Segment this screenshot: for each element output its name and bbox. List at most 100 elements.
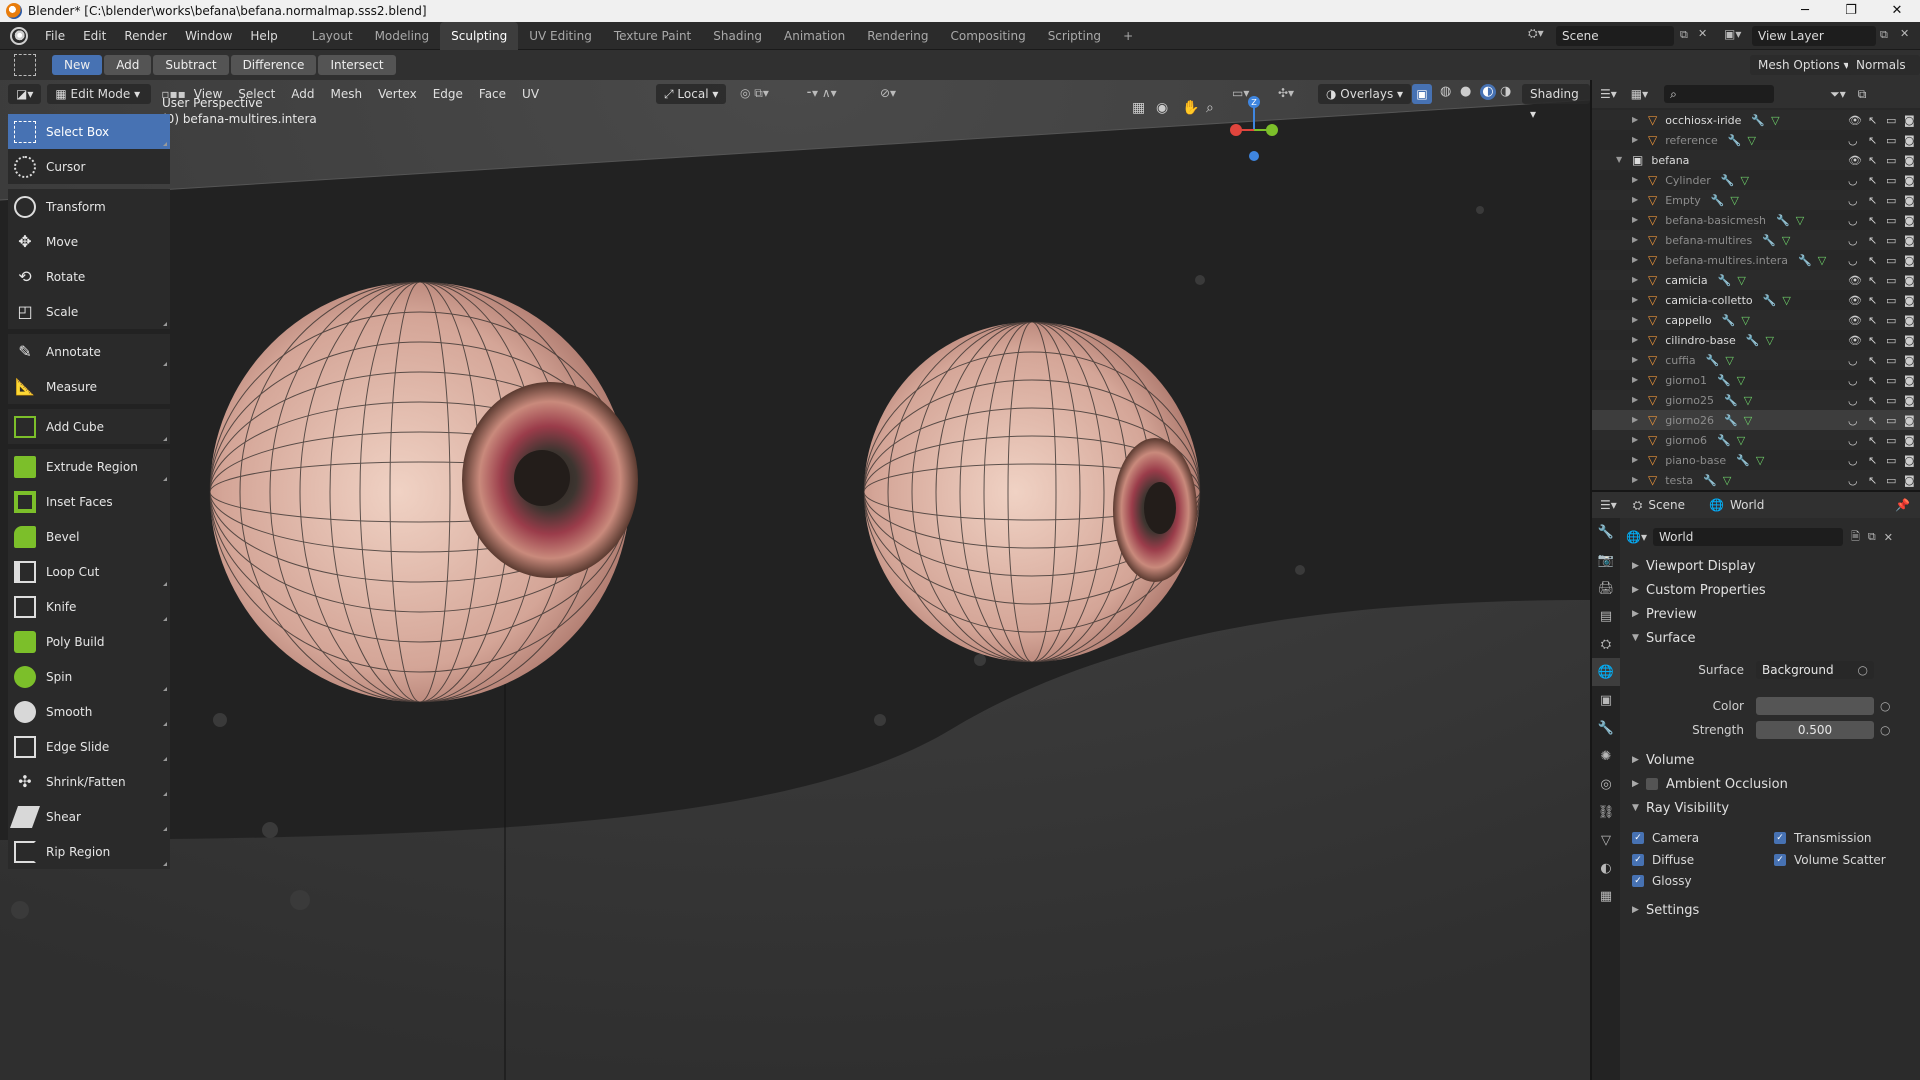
panel-custom-properties[interactable]: ▶ Custom Properties <box>1626 578 1916 602</box>
tool-move[interactable]: ✥ Move <box>8 224 170 259</box>
menu-add[interactable]: Add <box>283 87 322 101</box>
render-camera-icon[interactable]: ◙ <box>1904 234 1915 247</box>
viewport-monitor-icon[interactable]: ▭ <box>1886 194 1896 207</box>
expand-arrow-icon[interactable]: ▶ <box>1632 215 1642 225</box>
selectable-arrow-icon[interactable]: ↖ <box>1868 254 1877 267</box>
expand-arrow-icon[interactable]: ▶ <box>1632 475 1642 485</box>
selectable-arrow-icon[interactable]: ↖ <box>1868 434 1877 447</box>
selectable-arrow-icon[interactable]: ↖ <box>1868 414 1877 427</box>
tab-compositing[interactable]: Compositing <box>939 22 1036 50</box>
outliner-item[interactable]: ▶ ▽ cappello 🔧 ▽ 👁 ↖ ▭ ◙ <box>1592 310 1920 330</box>
scene-selector-icon[interactable]: ⛭▾ <box>1528 26 1544 41</box>
outliner-item[interactable]: ▶ ▽ giorno25 🔧 ▽ ◡ ↖ ▭ ◙ <box>1592 390 1920 410</box>
outliner-item[interactable]: ▶ ▽ cilindro-base 🔧 ▽ 👁 ↖ ▭ ◙ <box>1592 330 1920 350</box>
data-tab-icon[interactable]: ▽ <box>1592 826 1620 854</box>
mode-intersect-button[interactable]: Intersect <box>318 55 396 75</box>
outliner-item[interactable]: ▶ ▽ piano-base 🔧 ▽ ◡ ↖ ▭ ◙ <box>1592 450 1920 470</box>
selectable-arrow-icon[interactable]: ↖ <box>1868 114 1877 127</box>
tool-cursor[interactable]: Cursor <box>8 149 170 184</box>
render-camera-icon[interactable]: ◙ <box>1904 214 1915 227</box>
strength-link-icon[interactable]: ○ <box>1880 723 1890 737</box>
expand-arrow-icon[interactable]: ▶ <box>1632 235 1642 245</box>
diffuse-checkbox[interactable]: ✓ Diffuse <box>1626 853 1774 867</box>
add-workspace-icon[interactable]: + <box>1112 22 1144 50</box>
physics-tab-icon[interactable]: ◎ <box>1592 770 1620 798</box>
selectable-arrow-icon[interactable]: ↖ <box>1868 294 1877 307</box>
mesh-data-icon[interactable]: ▽ <box>1782 234 1790 247</box>
view-object-types-icon[interactable]: ▭▾ <box>1232 86 1249 100</box>
select-mode-icons[interactable]: ▫▪▪ <box>161 87 185 101</box>
tab-layout[interactable]: Layout <box>301 22 364 50</box>
modifier-icon[interactable]: 🔧 <box>1736 454 1750 467</box>
modifier-icon[interactable]: 🔧 <box>1724 414 1738 427</box>
mode-difference-button[interactable]: Difference <box>230 55 317 75</box>
render-camera-icon[interactable]: ◙ <box>1904 394 1915 407</box>
viewport-monitor-icon[interactable]: ▭ <box>1886 234 1896 247</box>
outliner-item[interactable]: ▶ ▽ cuffia 🔧 ▽ ◡ ↖ ▭ ◙ <box>1592 350 1920 370</box>
modifier-icon[interactable]: 🔧 <box>1722 314 1736 327</box>
tool-scale[interactable]: ◰ Scale <box>8 294 170 329</box>
visibility-eye-icon[interactable]: ◡ <box>1848 394 1858 407</box>
editor-type-icon[interactable]: ◪▾ <box>8 84 42 104</box>
visibility-eye-icon[interactable]: 👁 <box>1848 274 1862 287</box>
constraints-tab-icon[interactable]: ⛓ <box>1592 798 1620 826</box>
menu-vertex[interactable]: Vertex <box>370 87 425 101</box>
viewport-monitor-icon[interactable]: ▭ <box>1886 254 1896 267</box>
display-mode-icon[interactable]: ▦▾ <box>1631 87 1648 101</box>
mesh-data-icon[interactable]: ▽ <box>1723 474 1731 487</box>
selectable-arrow-icon[interactable]: ↖ <box>1868 474 1877 487</box>
render-camera-icon[interactable]: ◙ <box>1904 114 1915 127</box>
transmission-checkbox[interactable]: ✓ Transmission <box>1774 831 1872 845</box>
solid-shading-icon[interactable]: ● <box>1460 84 1471 99</box>
properties-editor-type-icon[interactable]: ☰▾ <box>1600 498 1617 512</box>
viewport-monitor-icon[interactable]: ▭ <box>1886 154 1896 167</box>
expand-arrow-icon[interactable]: ▶ <box>1632 195 1642 205</box>
tool-inset-faces[interactable]: Inset Faces <box>8 484 170 519</box>
mode-add-button[interactable]: Add <box>104 55 152 75</box>
expand-arrow-icon[interactable]: ▶ <box>1632 375 1642 385</box>
view-layer-remove-icon[interactable]: ✕ <box>1900 27 1909 40</box>
modifier-icon[interactable]: 🔧 <box>1798 254 1812 267</box>
outliner-item[interactable]: ▶ ▽ befana-multires 🔧 ▽ ◡ ↖ ▭ ◙ <box>1592 230 1920 250</box>
tool-poly-build[interactable]: Poly Build <box>8 624 170 659</box>
fake-user-icon[interactable]: 🗎 <box>1851 528 1860 547</box>
filter-icon[interactable]: ⏷▾ <box>1830 87 1846 102</box>
mesh-data-icon[interactable]: ▽ <box>1744 394 1752 407</box>
volume-scatter-checkbox[interactable]: ✓ Volume Scatter <box>1774 853 1886 867</box>
menu-mesh[interactable]: Mesh <box>323 87 371 101</box>
outliner-item[interactable]: ▶ ▽ camicia-colletto 🔧 ▽ 👁 ↖ ▭ ◙ <box>1592 290 1920 310</box>
wireframe-shading-icon[interactable]: ◍ <box>1440 84 1451 99</box>
modifier-icon[interactable]: 🔧 <box>1763 294 1777 307</box>
modifier-tab-icon[interactable]: 🔧 <box>1592 714 1620 742</box>
tab-modeling[interactable]: Modeling <box>364 22 441 50</box>
mesh-data-icon[interactable]: ▽ <box>1756 454 1764 467</box>
camera-checkbox[interactable]: ✓ Camera <box>1626 831 1774 845</box>
mode-subtract-button[interactable]: Subtract <box>153 55 229 75</box>
xray-toggle-icon[interactable]: ▣ <box>1412 84 1432 104</box>
expand-arrow-icon[interactable]: ▶ <box>1632 395 1642 405</box>
new-collection-icon[interactable]: ⧉ <box>1858 87 1867 102</box>
surface-shader-dropdown[interactable]: Background ○ <box>1756 661 1874 679</box>
expand-arrow-icon[interactable]: ▶ <box>1632 135 1642 145</box>
duplicate-icon[interactable]: ⧉ <box>1868 530 1876 544</box>
expand-arrow-icon[interactable]: ▶ <box>1632 415 1642 425</box>
panel-ray-visibility[interactable]: ▼ Ray Visibility <box>1626 796 1916 820</box>
visibility-eye-icon[interactable]: ◡ <box>1848 374 1858 387</box>
mesh-data-icon[interactable]: ▽ <box>1744 414 1752 427</box>
viewport-monitor-icon[interactable]: ▭ <box>1886 354 1896 367</box>
pin-icon[interactable]: 📌 <box>1895 498 1910 512</box>
select-box-tool-icon[interactable] <box>14 54 36 76</box>
world-datablock-icon[interactable]: 🌐▾ <box>1626 530 1647 544</box>
tool-extrude-region[interactable]: Extrude Region <box>8 449 170 484</box>
tool-annotate[interactable]: ✎ Annotate <box>8 334 170 369</box>
visibility-eye-icon[interactable]: ◡ <box>1848 134 1858 147</box>
viewport-monitor-icon[interactable]: ▭ <box>1886 174 1896 187</box>
tool-spin[interactable]: Spin <box>8 659 170 694</box>
visibility-eye-icon[interactable]: 👁 <box>1848 334 1862 347</box>
overlays-dropdown[interactable]: ◑ Overlays ▾ <box>1318 84 1412 104</box>
tab-sculpting[interactable]: Sculpting <box>440 21 519 50</box>
selectable-arrow-icon[interactable]: ↖ <box>1868 274 1877 287</box>
outliner-item[interactable]: ▶ ▽ Empty 🔧 ▽ ◡ ↖ ▭ ◙ <box>1592 190 1920 210</box>
scene-tab-icon[interactable]: ⛭ <box>1592 630 1620 658</box>
expand-arrow-icon[interactable]: ▶ <box>1632 435 1642 445</box>
